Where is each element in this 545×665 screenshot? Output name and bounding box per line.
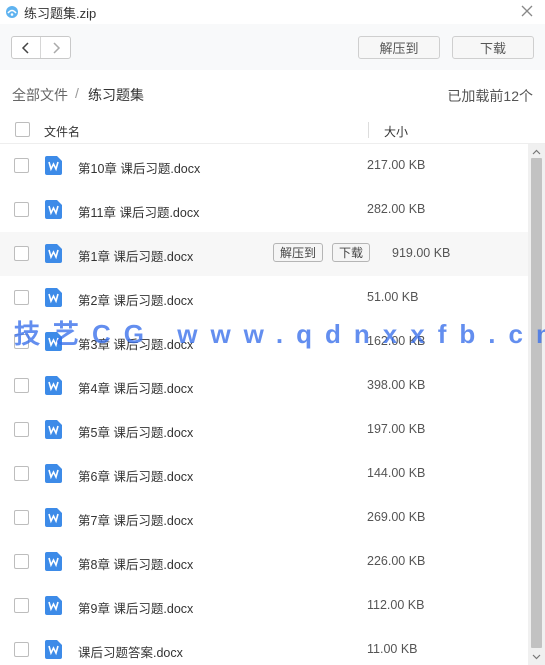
file-row-hovered[interactable]: 第1章 课后习题.docx 解压到 下载 919.00 KB — [0, 232, 528, 276]
row-download-button[interactable]: 下载 — [332, 243, 370, 262]
word-document-icon — [45, 552, 62, 571]
file-name: 第9章 课后习题.docx — [78, 602, 194, 616]
file-name: 第11章 课后习题.docx — [78, 206, 200, 220]
file-name: 第2章 课后习题.docx — [78, 294, 194, 308]
column-header-name[interactable]: 文件名 — [44, 123, 80, 140]
list-header: 文件名 大小 — [0, 116, 545, 144]
file-size: 282.00 KB — [367, 202, 426, 216]
row-checkbox[interactable] — [14, 202, 29, 217]
row-checkbox[interactable] — [14, 642, 29, 657]
forward-button[interactable] — [41, 37, 70, 58]
word-document-icon — [45, 156, 62, 175]
close-icon[interactable] — [519, 3, 535, 19]
file-row[interactable]: 第11章 课后习题.docx 282.00 KB — [0, 188, 528, 232]
word-document-icon — [45, 244, 62, 263]
window-title: 练习题集.zip — [24, 6, 97, 21]
download-button[interactable]: 下载 — [452, 36, 534, 59]
column-header-size[interactable]: 大小 — [384, 123, 408, 140]
file-name: 第5章 课后习题.docx — [78, 426, 194, 440]
file-row[interactable]: 课后习题答案.docx 11.00 KB — [0, 628, 528, 665]
file-size: 11.00 KB — [367, 642, 418, 656]
file-name: 第4章 课后习题.docx — [78, 382, 194, 396]
file-row[interactable]: 第6章 课后习题.docx 144.00 KB — [0, 452, 528, 496]
row-checkbox[interactable] — [14, 510, 29, 525]
word-document-icon — [45, 288, 62, 307]
word-document-icon — [45, 464, 62, 483]
word-document-icon — [45, 200, 62, 219]
file-row[interactable]: 第2章 课后习题.docx 51.00 KB — [0, 276, 528, 320]
word-document-icon — [45, 376, 62, 395]
file-size: 144.00 KB — [367, 466, 426, 480]
file-row[interactable]: 第4章 课后习题.docx 398.00 KB — [0, 364, 528, 408]
file-size: 162.00 KB — [367, 334, 426, 348]
word-document-icon — [45, 332, 62, 351]
file-size: 112.00 KB — [367, 598, 425, 612]
row-checkbox[interactable] — [14, 334, 29, 349]
file-size: 51.00 KB — [367, 290, 419, 304]
scroll-up-arrow-icon[interactable] — [532, 148, 541, 157]
toolbar: 解压到 下载 — [0, 24, 545, 70]
row-checkbox[interactable] — [14, 554, 29, 569]
back-button[interactable] — [12, 37, 42, 58]
file-list: 第10章 课后习题.docx 217.00 KB 第11章 课后习题.docx … — [0, 144, 545, 665]
file-row[interactable]: 第9章 课后习题.docx 112.00 KB — [0, 584, 528, 628]
breadcrumb-root[interactable]: 全部文件 — [12, 85, 68, 105]
row-checkbox[interactable] — [14, 158, 29, 173]
file-size: 398.00 KB — [367, 378, 426, 392]
file-name: 课后习题答案.docx — [78, 646, 183, 660]
word-document-icon — [45, 596, 62, 615]
file-size: 217.00 KB — [367, 158, 426, 172]
row-extract-button[interactable]: 解压到 — [273, 243, 323, 262]
row-checkbox[interactable] — [14, 466, 29, 481]
file-size: 197.00 KB — [367, 422, 426, 436]
loaded-count-status: 已加载前12个 — [447, 88, 533, 104]
file-row[interactable]: 第7章 课后习题.docx 269.00 KB — [0, 496, 528, 540]
word-document-icon — [45, 640, 62, 659]
file-row[interactable]: 第10章 课后习题.docx 217.00 KB — [0, 144, 528, 188]
row-checkbox[interactable] — [14, 378, 29, 393]
file-size: 269.00 KB — [367, 510, 426, 524]
file-name: 第3章 课后习题.docx — [78, 338, 194, 352]
row-checkbox[interactable] — [14, 246, 29, 261]
breadcrumb-separator: / — [75, 85, 79, 101]
file-name: 第1章 课后习题.docx — [78, 250, 194, 264]
file-name: 第10章 课后习题.docx — [78, 162, 201, 176]
vertical-scrollbar[interactable] — [528, 144, 545, 665]
nav-buttons — [11, 36, 71, 59]
scroll-down-arrow-icon[interactable] — [532, 652, 541, 661]
chevron-right-icon — [52, 41, 60, 54]
breadcrumb-current: 练习题集 — [88, 87, 144, 103]
scrollbar-thumb[interactable] — [531, 158, 542, 648]
title-bar: 练习题集.zip — [0, 0, 545, 24]
column-divider[interactable] — [368, 122, 369, 138]
row-checkbox[interactable] — [14, 290, 29, 305]
file-size: 226.00 KB — [367, 554, 426, 568]
file-name: 第8章 课后习题.docx — [78, 558, 194, 572]
file-name: 第7章 课后习题.docx — [78, 514, 194, 528]
word-document-icon — [45, 420, 62, 439]
chevron-left-icon — [21, 41, 29, 54]
extract-button[interactable]: 解压到 — [358, 36, 440, 59]
file-row[interactable]: 第3章 课后习题.docx 162.00 KB — [0, 320, 528, 364]
row-checkbox[interactable] — [14, 422, 29, 437]
select-all-checkbox[interactable] — [15, 122, 30, 137]
word-document-icon — [45, 508, 62, 527]
file-row[interactable]: 第8章 课后习题.docx 226.00 KB — [0, 540, 528, 584]
breadcrumb: 全部文件 / 练习题集 已加载前12个 — [0, 70, 545, 116]
cloud-zip-icon — [6, 6, 18, 18]
file-row[interactable]: 第5章 课后习题.docx 197.00 KB — [0, 408, 528, 452]
row-checkbox[interactable] — [14, 598, 29, 613]
file-size: 919.00 KB — [392, 246, 451, 260]
file-name: 第6章 课后习题.docx — [78, 470, 194, 484]
